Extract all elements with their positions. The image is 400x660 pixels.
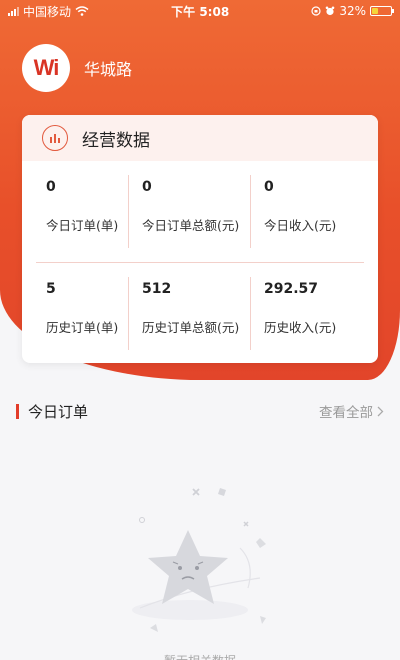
empty-state-illustration <box>120 478 280 648</box>
section-title: 今日订单 <box>28 402 89 421</box>
card-title: 经营数据 <box>82 130 150 151</box>
stat-label: 历史收入(元) <box>264 320 337 335</box>
history-stats-row: 5 历史订单(单) 512 历史订单总额(元) 292.57 历史收入(元) <box>22 263 378 363</box>
stat-value: 512 <box>142 281 172 297</box>
stat-today-order-total: 0 今日订单总额(元) <box>128 161 250 262</box>
today-orders-header: 今日订单 查看全部 <box>16 400 384 422</box>
today-stats-row: 0 今日订单(单) 0 今日订单总额(元) 0 今日收入(元) <box>22 161 378 262</box>
view-all-label: 查看全部 <box>319 405 373 421</box>
carrier-name: 中国移动 <box>23 4 72 19</box>
chevron-right-icon <box>377 406 384 416</box>
signal-icon <box>8 6 19 16</box>
stat-label: 今日收入(元) <box>264 218 337 233</box>
stat-label: 今日订单(单) <box>46 218 119 233</box>
alarm-icon <box>326 6 335 16</box>
clock: 下午 5:08 <box>171 4 230 19</box>
store-header[interactable]: Wi 华城路 <box>22 44 132 92</box>
stat-value: 0 <box>264 179 274 195</box>
stat-history-order-total: 512 历史订单总额(元) <box>128 263 250 363</box>
store-name: 华城路 <box>84 60 133 79</box>
stat-value: 0 <box>142 179 152 195</box>
empty-state-text: 暂无相关数据 <box>0 652 400 660</box>
stat-value: 292.57 <box>264 281 319 297</box>
business-data-card: 经营数据 0 今日订单(单) 0 今日订单总额(元) 0 今日收入(元) 5 历… <box>22 115 378 363</box>
rotation-lock-icon <box>311 6 321 16</box>
battery-percent: 32% <box>339 4 366 18</box>
stat-today-orders: 0 今日订单(单) <box>22 161 128 262</box>
stat-history-income: 292.57 历史收入(元) <box>250 263 378 363</box>
store-logo: Wi <box>22 44 70 92</box>
bar-chart-icon <box>42 125 68 151</box>
stat-value: 0 <box>46 179 56 195</box>
stat-label: 今日订单总额(元) <box>142 218 240 233</box>
stat-today-income: 0 今日收入(元) <box>250 161 378 262</box>
stat-label: 历史订单(单) <box>46 320 119 335</box>
status-bar: 中国移动 下午 5:08 32% <box>0 0 400 22</box>
stat-label: 历史订单总额(元) <box>142 320 240 335</box>
stat-history-orders: 5 历史订单(单) <box>22 263 128 363</box>
battery-icon <box>370 6 394 16</box>
stat-value: 5 <box>46 281 56 297</box>
sad-star-icon <box>132 488 266 632</box>
wifi-icon <box>75 6 89 16</box>
section-accent-bar <box>16 403 19 419</box>
view-all-link[interactable]: 查看全部 <box>319 401 384 421</box>
card-header: 经营数据 <box>22 115 378 161</box>
